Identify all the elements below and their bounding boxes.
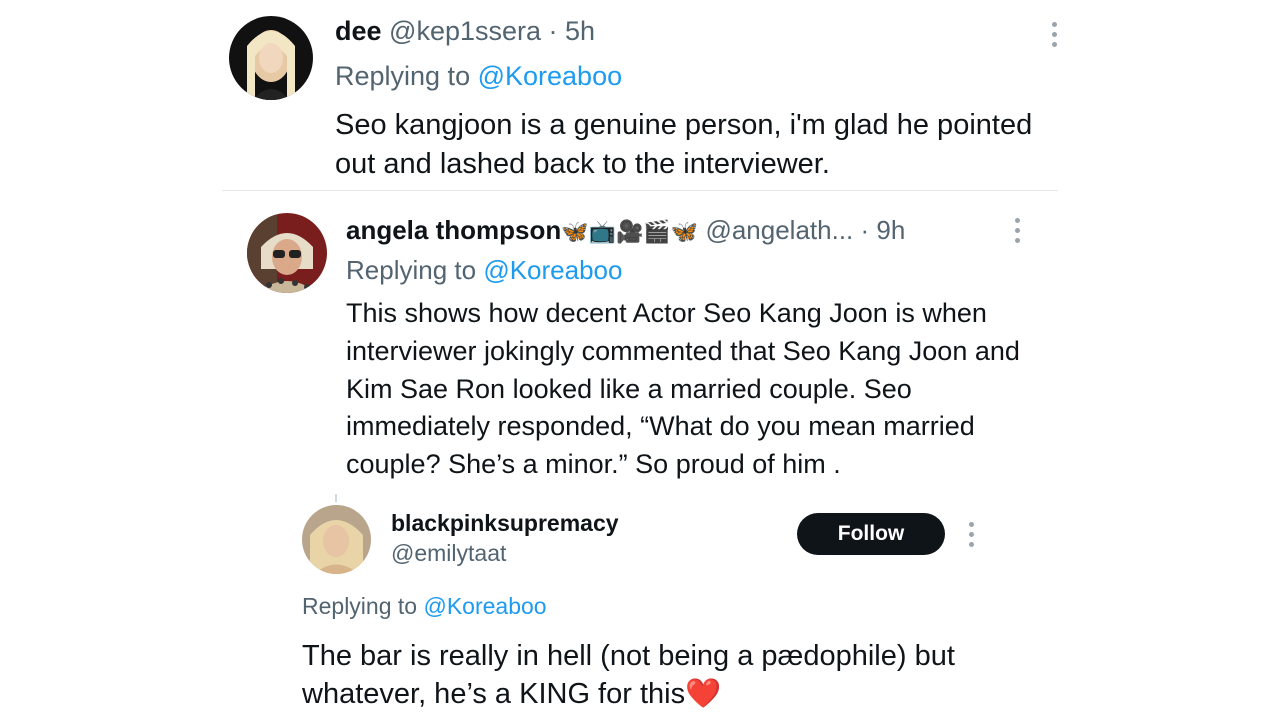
display-name[interactable]: angela thompson	[346, 215, 561, 245]
more-options-icon[interactable]	[967, 522, 975, 547]
tweet-header: angela thompson🦋📺🎥🎬🦋 @angelath... · 9h	[346, 213, 905, 249]
replying-to-label: Replying to	[302, 593, 424, 619]
display-name[interactable]: dee	[335, 16, 382, 46]
timestamp[interactable]: · 9h	[861, 215, 906, 245]
divider	[222, 190, 1058, 191]
heart-emoji-icon: ❤️	[685, 678, 722, 710]
timestamp[interactable]: · 5h	[549, 16, 596, 46]
handle[interactable]: @angelath...	[705, 215, 853, 245]
follow-button[interactable]: Follow	[797, 513, 945, 555]
replying-to-link[interactable]: @Koreaboo	[478, 61, 623, 91]
replying-to-link[interactable]: @Koreaboo	[483, 255, 622, 285]
avatar-photo	[229, 16, 313, 100]
avatar-photo	[302, 505, 371, 574]
name-emojis: 🦋📺🎥🎬🦋	[561, 219, 699, 244]
replying-to: Replying to @Koreaboo	[302, 591, 547, 621]
replying-to-label: Replying to	[335, 61, 478, 91]
avatar-photo	[247, 213, 327, 293]
avatar[interactable]	[229, 16, 313, 100]
display-name[interactable]: blackpinksupremacy	[391, 508, 619, 538]
handle[interactable]: @emilytaat	[391, 538, 506, 568]
tweet-text: Seo kangjoon is a genuine person, i'm gl…	[335, 109, 1033, 180]
replying-to-label: Replying to	[346, 255, 484, 285]
more-options-icon[interactable]	[1050, 22, 1058, 47]
tweet-text: The bar is really in hell (not being a p…	[302, 637, 1032, 713]
avatar[interactable]	[302, 505, 371, 574]
tweet-text-content: The bar is really in hell (not being a p…	[302, 640, 955, 710]
more-options-icon[interactable]	[1013, 218, 1021, 243]
avatar[interactable]	[247, 213, 327, 293]
handle[interactable]: @kep1ssera	[389, 16, 541, 46]
replying-to: Replying to @Koreaboo	[335, 59, 622, 93]
tweet-text: This shows how decent Actor Seo Kang Joo…	[346, 298, 1020, 480]
tweet-header: dee @kep1ssera · 5h	[335, 14, 595, 48]
tweet-thread: dee @kep1ssera · 5h Replying to @Koreabo…	[0, 0, 1280, 720]
thread-connector	[335, 494, 337, 502]
replying-to: Replying to @Koreaboo	[346, 253, 622, 287]
replying-to-link[interactable]: @Koreaboo	[423, 593, 546, 619]
